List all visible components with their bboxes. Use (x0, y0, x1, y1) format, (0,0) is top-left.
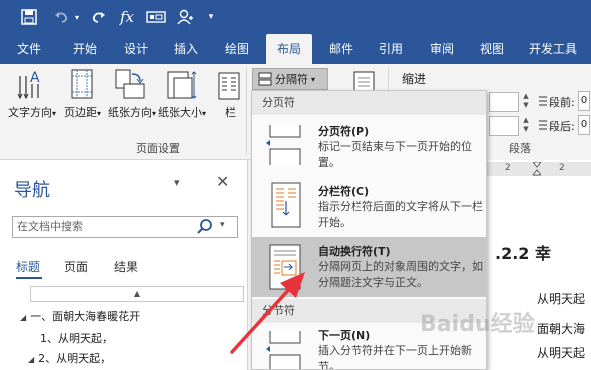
watermark: Baidu经验 (420, 312, 535, 337)
